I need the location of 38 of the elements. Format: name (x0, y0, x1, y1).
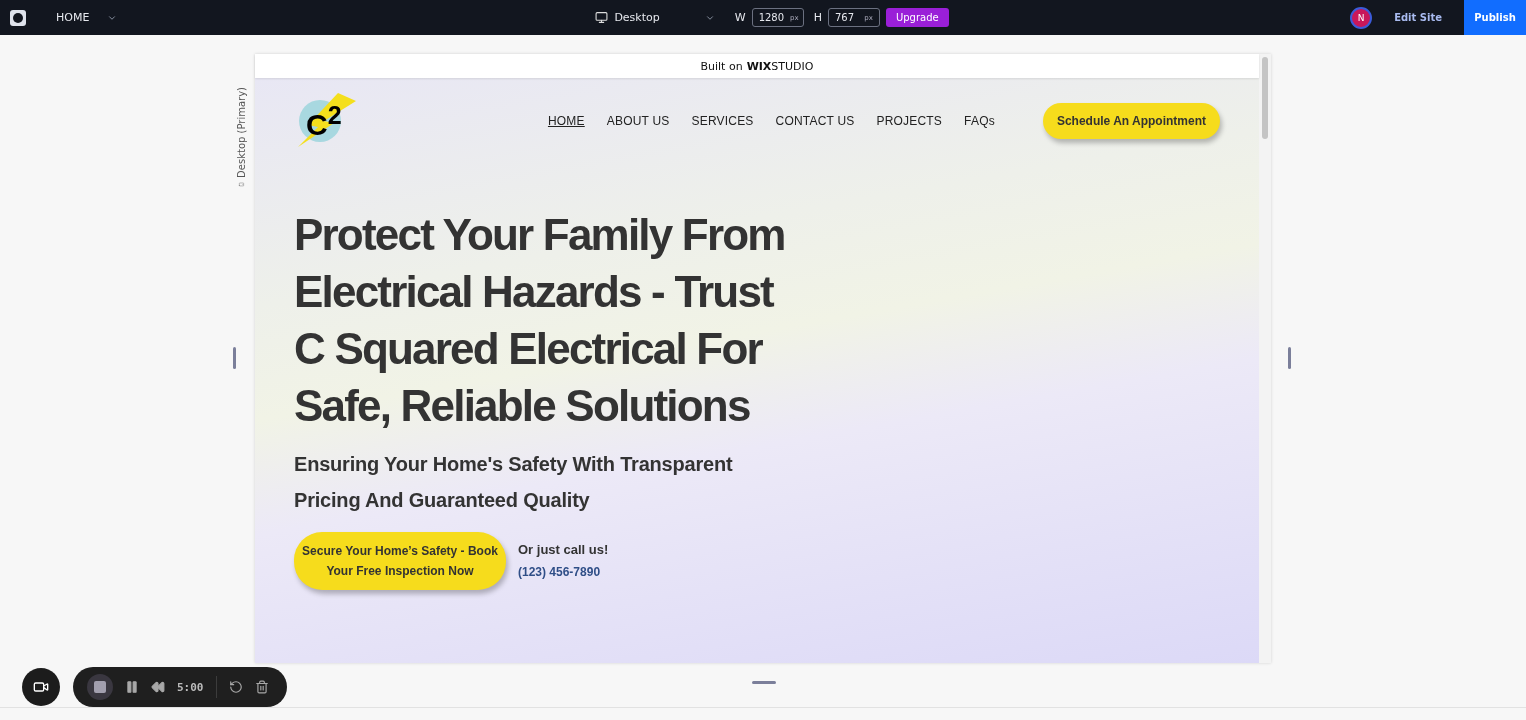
nav-link[interactable]: FAQs (964, 114, 995, 128)
upgrade-button[interactable]: Upgrade (885, 8, 949, 27)
pause-icon[interactable] (125, 680, 139, 694)
camera-button[interactable] (22, 668, 60, 706)
monitor-icon[interactable] (595, 11, 609, 24)
device-label: Desktop (Primary) (236, 87, 247, 178)
nav-link[interactable]: CONTACT US (775, 114, 855, 128)
banner-text: Built on (700, 59, 743, 73)
schedule-button[interactable]: Schedule An Appointment (1042, 103, 1220, 139)
user-avatar[interactable]: N (1350, 6, 1373, 29)
recording-timer: 5:00 (177, 680, 204, 694)
device-selector[interactable]: Desktop (614, 11, 660, 24)
nav-link[interactable]: SERVICES (691, 114, 754, 128)
page-selector[interactable]: HOME (56, 11, 90, 24)
publish-button[interactable]: Publish (1464, 0, 1526, 35)
video-camera-icon (33, 679, 49, 695)
delete-icon[interactable] (254, 680, 269, 694)
scrollbar-thumb[interactable] (1262, 57, 1268, 139)
resize-handle[interactable] (233, 347, 236, 369)
resize-handle[interactable] (1288, 347, 1291, 369)
rewind-icon[interactable] (151, 680, 165, 694)
undo-icon[interactable] (228, 680, 243, 694)
device-icon (237, 181, 246, 187)
nav-link[interactable]: ABOUT US (606, 114, 670, 128)
app-logo-icon[interactable] (10, 9, 26, 26)
hero-subheadline: Ensuring Your Home's Safety With Transparent Pricing And Guaranteed Quality (294, 452, 734, 513)
nav-link[interactable]: PROJECTS (876, 114, 943, 128)
edit-site-button[interactable]: Edit Site (1388, 11, 1448, 24)
width-label: W (734, 11, 746, 24)
nav-link[interactable]: HOME (547, 114, 585, 128)
book-inspection-button[interactable]: Secure Your Home’s Safety - Book Your Free Inspection Now (294, 532, 506, 590)
phone-link[interactable]: (123) 456-7890 (518, 565, 609, 579)
banner-brand: WIXSTUDIO (746, 59, 814, 73)
stop-button[interactable] (87, 674, 113, 700)
resize-handle[interactable] (752, 681, 776, 684)
height-label: H (813, 11, 822, 24)
hero-headline: Protect Your Family From Electrical Hazards - Trust C Squared Electrical For Safe, Reliable Solutions (294, 209, 786, 432)
call-prompt: Or just call us! (518, 542, 609, 557)
